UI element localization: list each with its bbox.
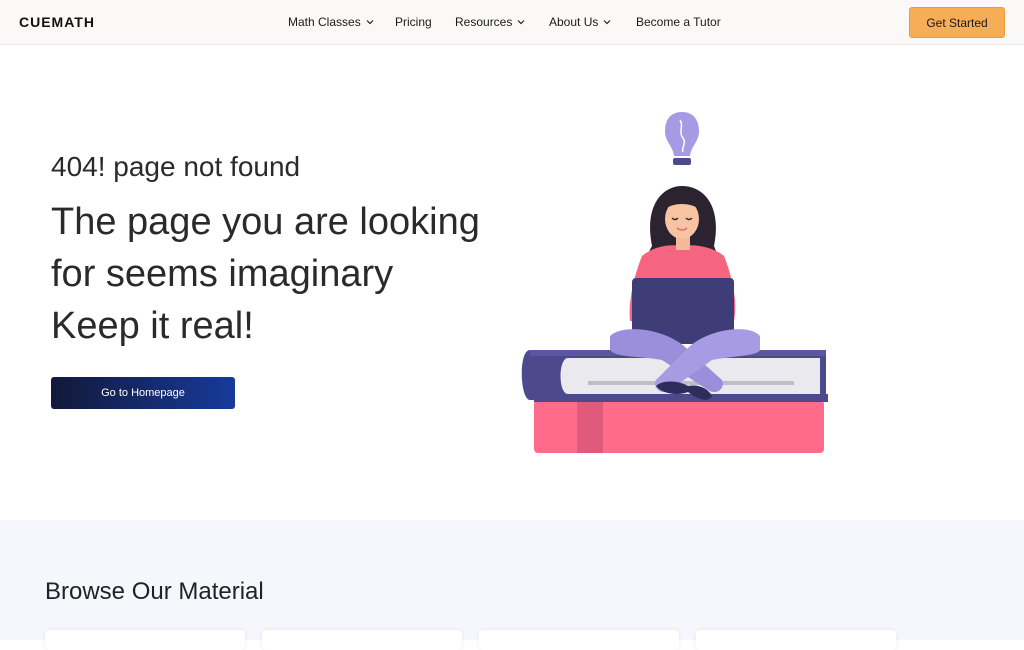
material-card[interactable] [479,630,679,650]
chevron-down-icon [517,20,525,25]
nav-pricing-label: Pricing [395,15,432,29]
lightbulb-icon [665,112,699,165]
material-card[interactable] [45,630,245,650]
not-found-hero: 404! page not found The page you are loo… [0,46,1024,520]
nav-resources[interactable]: Resources [455,15,525,29]
error-headline: The page you are looking for seems imagi… [51,196,511,352]
nav-about-us-label: About Us [549,15,599,29]
nav-become-a-tutor-label: Become a Tutor [636,15,721,29]
nav-math-classes[interactable]: Math Classes [288,15,374,29]
headline-line: for seems imaginary [51,253,394,295]
nav-pricing[interactable]: Pricing [395,15,432,29]
error-code-heading: 404! page not found [51,151,301,182]
nav-resources-label: Resources [455,15,513,29]
chevron-down-icon [603,20,611,25]
nav-about-us[interactable]: About Us [549,15,611,29]
site-header: CUEMATH Math Classes Pricing Resources A… [0,0,1024,45]
headline-line: The page you are looking [51,201,480,243]
browse-material-title: Browse Our Material [45,578,264,605]
get-started-button[interactable]: Get Started [909,7,1005,38]
go-to-homepage-button[interactable]: Go to Homepage [51,377,235,409]
chevron-down-icon [366,20,374,25]
material-card[interactable] [696,630,896,650]
girl-on-books-illustration [521,112,828,453]
nav-become-a-tutor[interactable]: Become a Tutor [636,15,721,29]
nav-math-classes-label: Math Classes [288,15,361,29]
headline-line: Keep it real! [51,305,254,347]
material-card[interactable] [262,630,462,650]
browse-material-section: Browse Our Material [0,520,1024,650]
cuemath-logo[interactable]: CUEMATH [19,14,95,30]
